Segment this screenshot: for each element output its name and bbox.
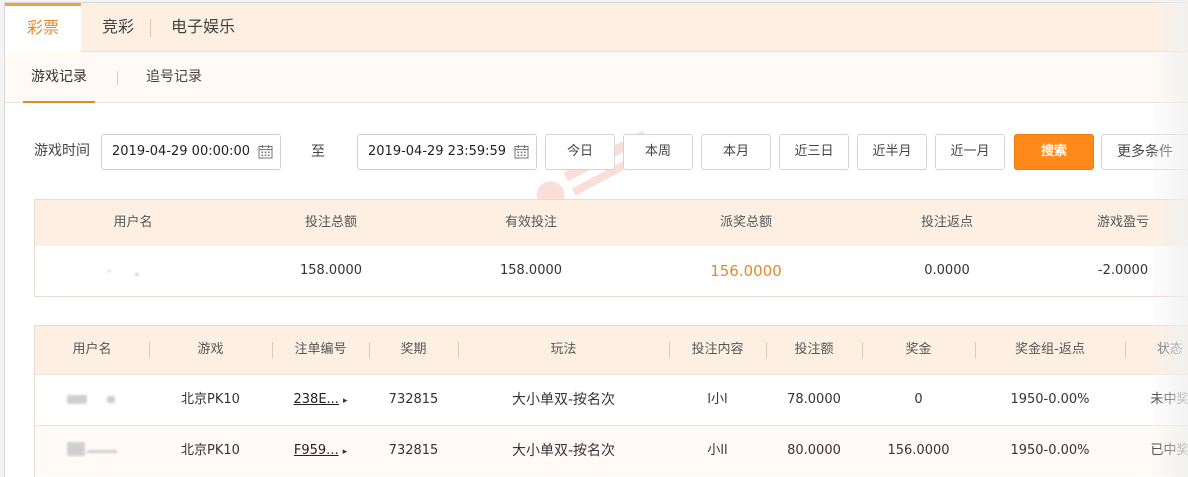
- caret-right-icon: ▸: [342, 447, 348, 457]
- masked-username-mark: [87, 450, 117, 453]
- row-prize: 0: [914, 392, 923, 407]
- row-game: 北京PK10: [181, 392, 240, 407]
- summary-col-rebate: 投注返点: [920, 215, 973, 230]
- last-3-days-button[interactable]: 近三日: [779, 134, 849, 170]
- row-game: 北京PK10: [181, 443, 240, 458]
- masked-username-mark: [107, 270, 111, 272]
- calendar-icon[interactable]: [258, 144, 273, 159]
- tab-lottery[interactable]: 彩票: [5, 3, 81, 53]
- row-bet-amount: 80.0000: [787, 443, 841, 458]
- col-bet-content: 投注内容: [691, 342, 744, 357]
- top-category-tabs: 彩票 竞彩 电子娱乐: [5, 3, 1188, 53]
- end-date-value: 2019-04-29 23:59:59: [368, 144, 507, 159]
- row-status: 已中奖: [1150, 443, 1188, 458]
- tab-divider: [150, 19, 151, 37]
- summary-col-payout-total: 派奖总额: [719, 215, 772, 230]
- masked-username-mark: [107, 396, 115, 403]
- this-week-button[interactable]: 本周: [623, 134, 693, 170]
- summary-header: 用户名 投注总额 有效投注 派奖总额 投注返点 游戏盈亏: [35, 200, 1188, 246]
- row-order-no[interactable]: 238E... ▸: [272, 375, 369, 425]
- summary-profit: -2.0000: [1097, 263, 1149, 278]
- row-bet-amount: 78.0000: [787, 392, 841, 407]
- search-button[interactable]: 搜索: [1014, 134, 1094, 170]
- row-group-rebate: 1950-0.00%: [1010, 392, 1090, 407]
- to-label: 至: [311, 144, 325, 160]
- table-row[interactable]: 北京PK10 238E... ▸ 732815 大小单双-按名次 l小l 78.0…: [35, 374, 1188, 425]
- tab-e-entertainment[interactable]: 电子娱乐: [157, 3, 249, 52]
- col-game: 游戏: [197, 342, 224, 357]
- masked-username-mark: [67, 395, 87, 404]
- last-half-month-button[interactable]: 近半月: [857, 134, 927, 170]
- col-period: 奖期: [400, 342, 427, 357]
- today-button[interactable]: 今日: [545, 134, 615, 170]
- summary-col-username: 用户名: [113, 215, 153, 230]
- start-date-value: 2019-04-29 00:00:00: [112, 144, 251, 159]
- records-header: 用户名 游戏 注单编号 奖期 玩法 投注内容 投注额 奖金 奖金组-返点 状态: [35, 326, 1188, 374]
- summary-col-profit: 游戏盈亏: [1096, 215, 1149, 230]
- tab-game-records[interactable]: 游戏记录: [23, 52, 95, 103]
- game-time-label: 游戏时间: [34, 143, 90, 159]
- masked-username-mark: [67, 442, 85, 456]
- col-username: 用户名: [72, 342, 112, 357]
- summary-col-bet-total: 投注总额: [304, 215, 357, 230]
- col-group-rebate: 奖金组-返点: [1015, 342, 1085, 357]
- caret-right-icon: ▸: [342, 396, 348, 406]
- row-period: 732815: [388, 443, 439, 458]
- this-month-button[interactable]: 本月: [701, 134, 771, 170]
- start-date-input[interactable]: 2019-04-29 00:00:00: [101, 134, 281, 170]
- summary-valid-bet: 158.0000: [499, 263, 563, 278]
- summary-col-valid-bet: 有效投注: [504, 215, 557, 230]
- row-username-masked: [35, 375, 149, 425]
- tab-chase-records[interactable]: 追号记录: [146, 52, 202, 103]
- col-prize: 奖金: [905, 342, 932, 357]
- summary-payout-total: 156.0000: [710, 262, 782, 280]
- calendar-icon[interactable]: [514, 144, 529, 159]
- row-group-rebate: 1950-0.00%: [1010, 443, 1090, 458]
- col-bet-amount: 投注额: [794, 342, 834, 357]
- row-order-no[interactable]: F959... ▸: [272, 426, 369, 476]
- row-status: 未中奖: [1150, 392, 1188, 407]
- row-prize: 156.0000: [887, 443, 950, 458]
- row-bet-content: l小l: [707, 392, 728, 407]
- col-status: 状态: [1156, 342, 1183, 357]
- masked-username-mark: [135, 273, 139, 276]
- summary-rebate: 0.0000: [924, 263, 970, 278]
- row-play-type: 大小单双-按名次: [511, 443, 616, 459]
- page-frame: 彩票 竞彩 电子娱乐 游戏记录 追号记录 游戏时间 2019-04-29 00:…: [4, 2, 1188, 477]
- order-no-link[interactable]: F959...: [294, 443, 339, 458]
- subtab-divider: [117, 71, 118, 85]
- row-play-type: 大小单双-按名次: [511, 392, 616, 408]
- end-date-input[interactable]: 2019-04-29 23:59:59: [357, 134, 537, 170]
- bet-records-table: 用户名 游戏 注单编号 奖期 玩法 投注内容 投注额 奖金 奖金组-返点 状态: [34, 325, 1188, 477]
- more-conditions-button[interactable]: 更多条件: [1101, 134, 1188, 170]
- row-period: 732815: [388, 392, 439, 407]
- tab-sports-betting[interactable]: 竞彩: [85, 3, 151, 52]
- row-bet-content: 小ll: [707, 443, 728, 458]
- table-row[interactable]: 北京PK10 F959... ▸ 732815 大小单双-按名次 小ll 80.0…: [35, 425, 1188, 476]
- last-month-button[interactable]: 近一月: [935, 134, 1005, 170]
- col-order-no: 注单编号: [294, 342, 347, 357]
- order-no-link[interactable]: 238E...: [294, 392, 339, 407]
- summary-table: 用户名 投注总额 有效投注 派奖总额 投注返点 游戏盈亏 158.0000 15…: [34, 199, 1188, 297]
- summary-bet-total: 158.0000: [299, 263, 363, 278]
- row-username-masked: [35, 426, 149, 476]
- col-play-type: 玩法: [550, 342, 577, 357]
- record-tabs: 游戏记录 追号记录: [5, 52, 1188, 103]
- summary-username-masked: [35, 246, 231, 296]
